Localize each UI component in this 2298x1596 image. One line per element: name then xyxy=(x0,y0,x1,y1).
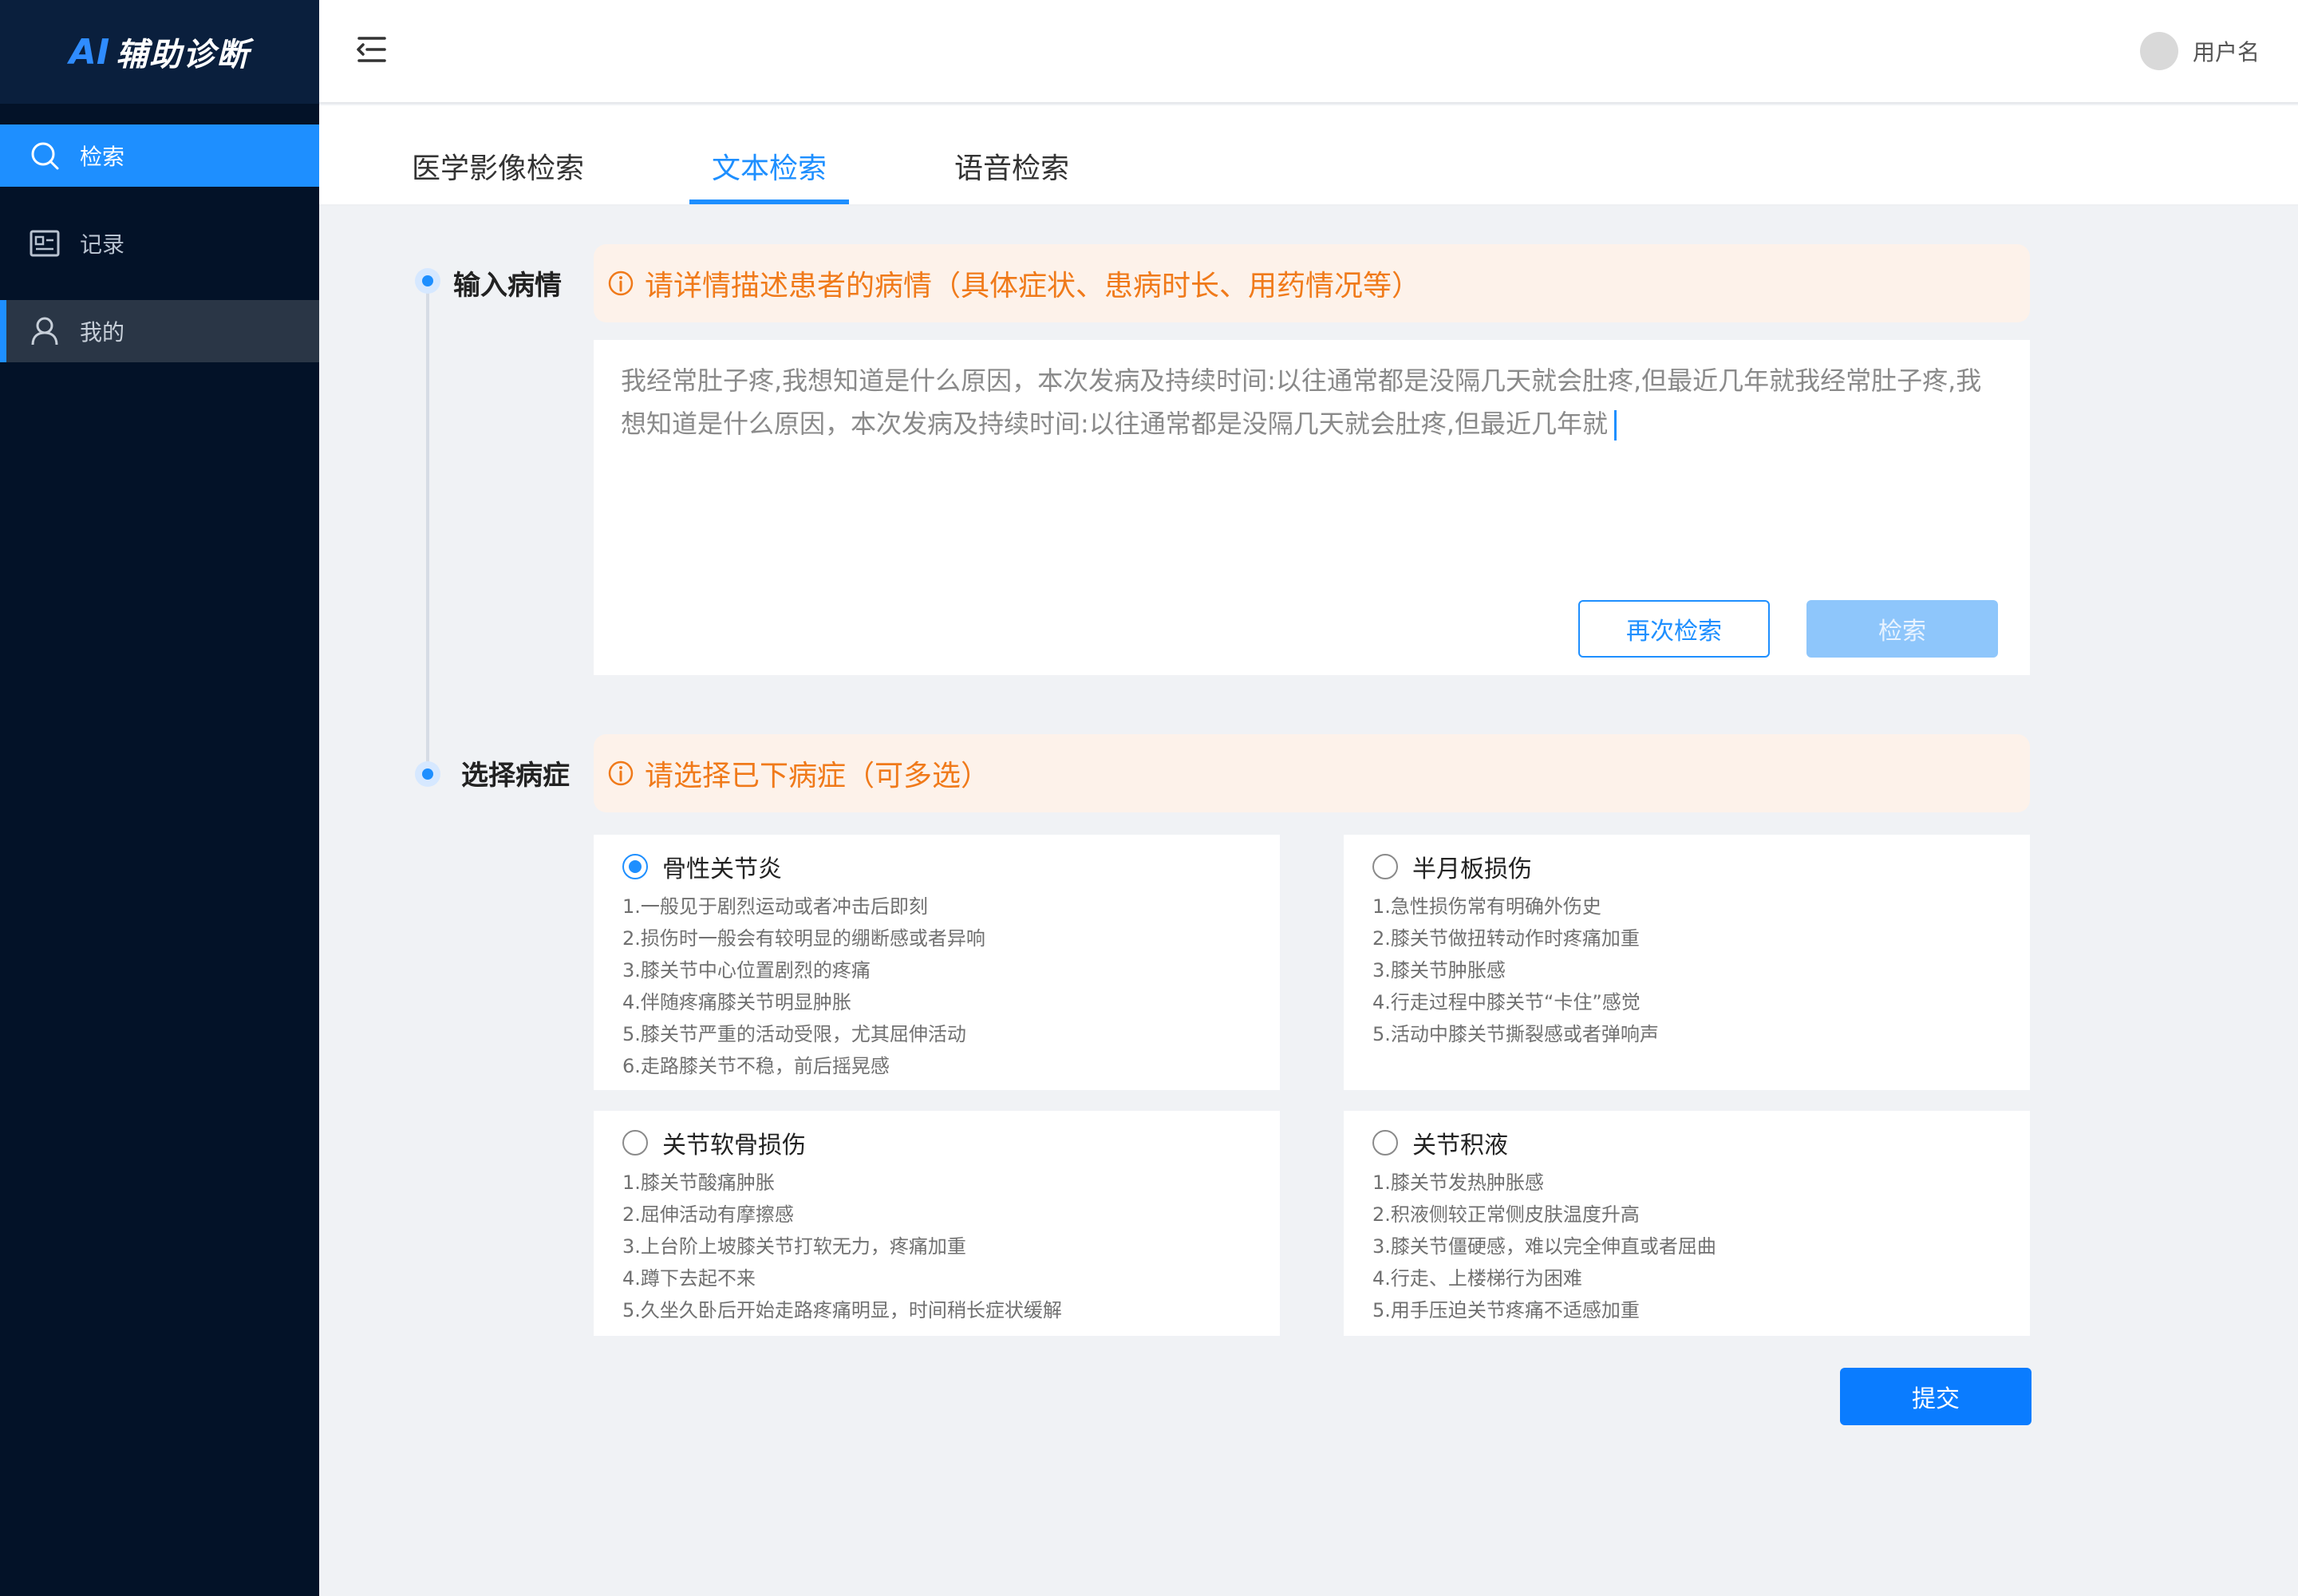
card-line: 1.急性损伤常有明确外伤史 xyxy=(1372,895,1601,918)
user-menu[interactable]: 用户名 xyxy=(2139,32,2260,70)
condition-text: 我经常肚子疼,我想知道是什么原因，本次发病及持续时间:以往通常都是没隔几天就会肚… xyxy=(621,359,2001,445)
sidebar: AI 辅助诊断 检索 记录 我的 xyxy=(0,0,319,1596)
card-line: 5.用手压迫关节疼痛不适感加重 xyxy=(1372,1299,1640,1321)
card-line: 4.行走、上楼梯行为困难 xyxy=(1372,1267,1582,1290)
radio-checked[interactable] xyxy=(622,854,648,879)
info-icon xyxy=(608,271,634,296)
tab-text-search[interactable]: 文本检索 xyxy=(712,145,827,187)
condition-textarea[interactable]: 我经常肚子疼,我想知道是什么原因，本次发病及持续时间:以往通常都是没隔几天就会肚… xyxy=(594,340,2030,675)
section-label-input: 输入病情 xyxy=(453,270,562,302)
active-tab-indicator xyxy=(689,200,849,204)
radio-unchecked[interactable] xyxy=(622,1130,648,1156)
symptom-option[interactable]: 关节积液 xyxy=(1372,1125,2001,1160)
card-line: 1.一般见于剧烈运动或者冲击后即刻 xyxy=(622,895,928,918)
card-line: 5.膝关节严重的活动受限，尤其屈伸活动 xyxy=(622,1023,966,1045)
tab-voice-search[interactable]: 语音检索 xyxy=(954,145,1069,187)
info-icon xyxy=(608,760,634,786)
card-line: 3.上台阶上坡膝关节打软无力，疼痛加重 xyxy=(622,1235,966,1258)
card-title: 关节积液 xyxy=(1412,1132,1508,1159)
sidebar-item-label: 记录 xyxy=(80,231,125,258)
card-line: 3.膝关节中心位置剧烈的疼痛 xyxy=(622,959,871,982)
card-line: 4.蹲下去起不来 xyxy=(622,1267,756,1290)
card-line: 1.膝关节酸痛肿胀 xyxy=(622,1171,775,1194)
card-title: 关节软骨损伤 xyxy=(662,1132,806,1159)
search-icon xyxy=(29,140,61,172)
retry-search-button[interactable]: 再次检索 xyxy=(1578,600,1770,658)
card-title: 骨性关节炎 xyxy=(662,855,782,883)
symptom-option[interactable]: 骨性关节炎 xyxy=(622,849,1251,884)
symptom-option[interactable]: 关节软骨损伤 xyxy=(622,1125,1251,1160)
condition-text-line: 我经常肚子疼,我想知道是什么原因，本次发病及持续时间:以往通常都是没隔几天就会肚… xyxy=(621,365,1982,396)
timeline-line xyxy=(426,281,429,774)
symptom-card-cartilage[interactable]: 关节软骨损伤 1.膝关节酸痛肿胀 2.屈伸活动有摩擦感 3.上台阶上坡膝关节打软… xyxy=(594,1111,1280,1336)
avatar xyxy=(2139,32,2178,70)
top-header: 用户名 xyxy=(319,0,2298,104)
card-line: 3.膝关节僵硬感，难以完全伸直或者屈曲 xyxy=(1372,1235,1716,1258)
select-notice-text: 请选择已下病症（可多选） xyxy=(645,760,990,792)
sidebar-item-search[interactable]: 检索 xyxy=(0,124,319,187)
card-line: 2.积液侧较正常侧皮肤温度升高 xyxy=(1372,1203,1640,1226)
submit-button[interactable]: 提交 xyxy=(1840,1368,2031,1425)
username: 用户名 xyxy=(2192,39,2260,65)
text-caret xyxy=(1613,410,1617,440)
search-button[interactable]: 检索 xyxy=(1806,600,1998,658)
sidebar-nav: 检索 记录 我的 xyxy=(0,124,319,388)
timeline-dot-input xyxy=(415,268,440,294)
select-notice: 请选择已下病症（可多选） xyxy=(594,734,2030,812)
card-line: 6.走路膝关节不稳，前后摇晃感 xyxy=(622,1055,890,1077)
symptom-option[interactable]: 半月板损伤 xyxy=(1372,849,2001,884)
sidebar-item-label: 检索 xyxy=(80,144,125,170)
timeline-dot-select xyxy=(415,761,440,787)
user-icon xyxy=(29,315,61,347)
symptom-card-osteoarthritis[interactable]: 骨性关节炎 1.一般见于剧烈运动或者冲击后即刻 2.损伤时一般会有较明显的绷断感… xyxy=(594,835,1280,1090)
card-line: 2.屈伸活动有摩擦感 xyxy=(622,1203,794,1226)
card-line: 4.行走过程中膝关节“卡住”感觉 xyxy=(1372,991,1641,1013)
search-tabs: 医学影像检索 文本检索 语音检索 xyxy=(319,105,2298,206)
record-icon xyxy=(29,227,61,259)
input-notice-text: 请详情描述患者的病情（具体症状、患病时长、用药情况等） xyxy=(645,270,1421,302)
sidebar-item-records[interactable]: 记录 xyxy=(0,212,319,275)
card-line: 1.膝关节发热肿胀感 xyxy=(1372,1171,1544,1194)
radio-unchecked[interactable] xyxy=(1372,854,1398,879)
sidebar-item-mine[interactable]: 我的 xyxy=(0,300,319,362)
condition-text-line: 想知道是什么原因，本次发病及持续时间:以往通常都是没隔几天就会肚疼,但最近几年就 xyxy=(621,409,1608,439)
card-line: 2.损伤时一般会有较明显的绷断感或者异响 xyxy=(622,927,985,950)
card-line: 5.活动中膝关节撕裂感或者弹响声 xyxy=(1372,1023,1659,1045)
section-label-select: 选择病症 xyxy=(461,760,570,792)
tab-image-search[interactable]: 医学影像检索 xyxy=(412,145,584,187)
symptom-card-effusion[interactable]: 关节积液 1.膝关节发热肿胀感 2.积液侧较正常侧皮肤温度升高 3.膝关节僵硬感… xyxy=(1344,1111,2030,1336)
input-notice: 请详情描述患者的病情（具体症状、患病时长、用药情况等） xyxy=(594,244,2030,322)
menu-collapse-icon[interactable] xyxy=(354,32,389,67)
radio-unchecked[interactable] xyxy=(1372,1130,1398,1156)
card-line: 5.久坐久卧后开始走路疼痛明显，时间稍长症状缓解 xyxy=(622,1299,1062,1321)
symptom-card-meniscus[interactable]: 半月板损伤 1.急性损伤常有明确外伤史 2.膝关节做扭转动作时疼痛加重 3.膝关… xyxy=(1344,835,2030,1090)
card-line: 3.膝关节肿胀感 xyxy=(1372,959,1506,982)
logo-text: 辅助诊断 xyxy=(116,37,251,73)
app-logo[interactable]: AI 辅助诊断 xyxy=(0,0,319,104)
logo-ai: AI xyxy=(69,31,110,73)
card-line: 4.伴随疼痛膝关节明显肿胀 xyxy=(622,991,851,1013)
card-line: 2.膝关节做扭转动作时疼痛加重 xyxy=(1372,927,1640,950)
sidebar-item-label: 我的 xyxy=(80,319,125,346)
card-title: 半月板损伤 xyxy=(1412,855,1532,883)
